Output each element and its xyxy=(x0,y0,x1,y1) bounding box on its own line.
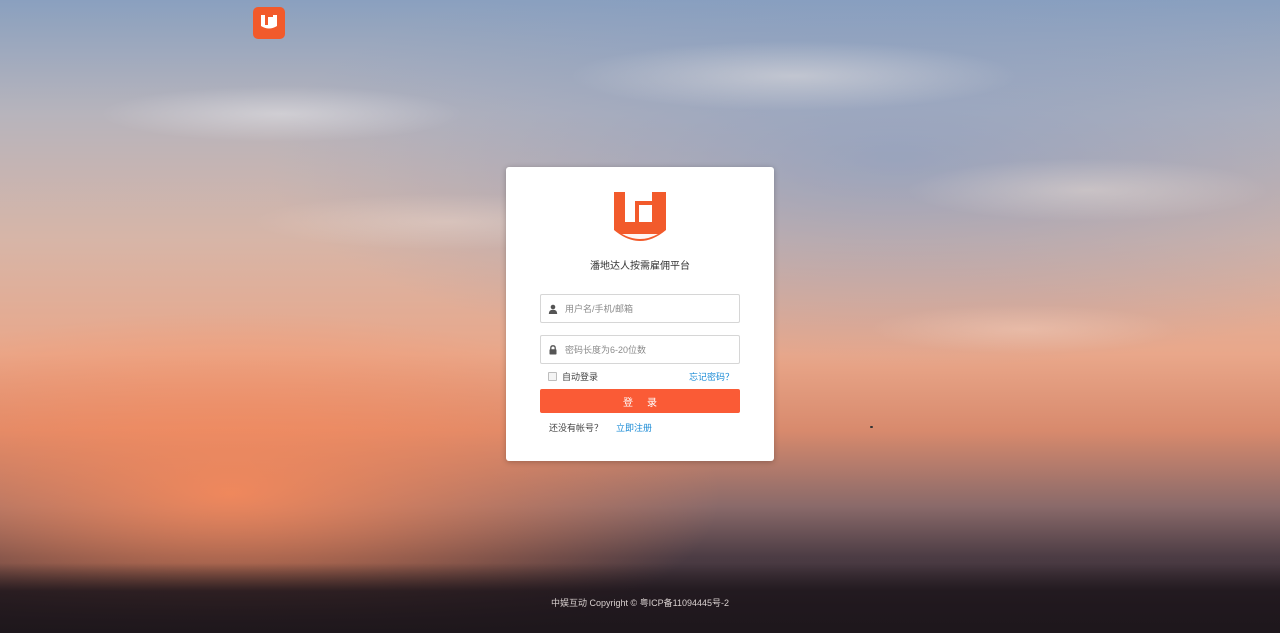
auto-login-checkbox[interactable] xyxy=(548,372,557,381)
register-link[interactable]: 立即注册 xyxy=(616,421,652,434)
password-input[interactable] xyxy=(565,336,730,363)
auto-login-label: 自动登录 xyxy=(562,372,599,382)
username-input[interactable] xyxy=(565,295,730,322)
background-bird xyxy=(870,426,873,428)
user-icon xyxy=(541,304,565,314)
password-field[interactable] xyxy=(540,335,740,364)
username-field[interactable] xyxy=(540,294,740,323)
forgot-password-link[interactable]: 忘记密码？ xyxy=(689,370,734,383)
auto-login-option[interactable]: 自动登录 xyxy=(548,370,598,383)
ud-logo-icon xyxy=(614,192,666,241)
footer-copyright: 中娱互动 Copyright © 粤ICP备11094445号-2 xyxy=(550,598,730,608)
platform-title: 潘地达人按需雇佣平台 xyxy=(590,261,690,272)
signup-row: 还没有帐号？ 立即注册 xyxy=(549,421,652,434)
ud-logo-icon xyxy=(261,15,277,29)
lock-icon xyxy=(541,344,565,355)
no-account-label: 还没有帐号？ xyxy=(549,423,604,433)
login-button[interactable]: 登录 xyxy=(540,389,740,413)
login-card: 潘地达人按需雇佣平台 自动登录 忘记密码？ 登录 还没有帐号？ 立即注册 xyxy=(506,167,774,461)
header-logo-button[interactable] xyxy=(253,7,285,39)
